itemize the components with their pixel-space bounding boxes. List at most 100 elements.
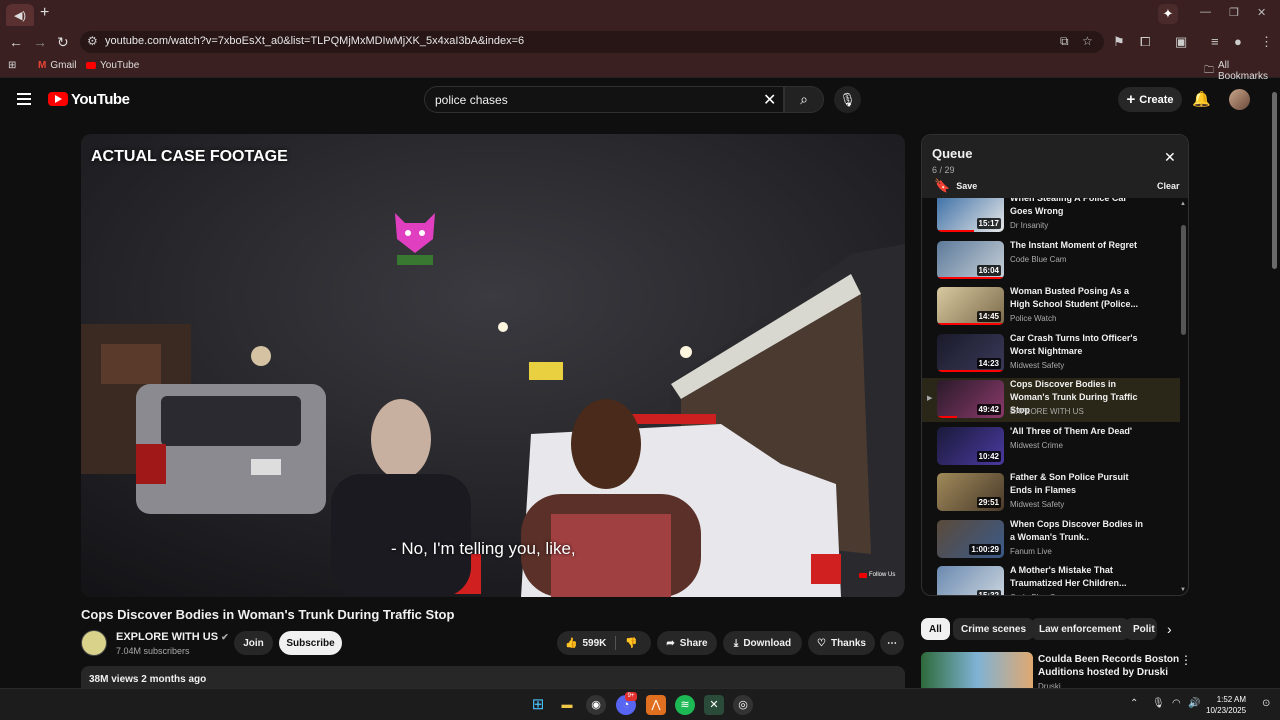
voice-search-button[interactable]: 🎙: [834, 86, 861, 113]
wifi-icon[interactable]: ◠: [1172, 698, 1181, 709]
queue-item[interactable]: 16:04 The Instant Moment of Regret Code Bl…: [922, 239, 1180, 283]
queue-thumbnail[interactable]: 49:42: [937, 380, 1004, 418]
back-icon[interactable]: ←: [9, 34, 23, 50]
channel-name[interactable]: EXPLORE WITH US ✔: [116, 631, 229, 643]
hamburger-menu-icon[interactable]: [17, 93, 31, 105]
queue-item-title: The Instant Moment of Regret: [1010, 239, 1138, 250]
chrome-icon[interactable]: ◉: [586, 695, 606, 715]
volume-icon[interactable]: 🔊: [1188, 698, 1200, 709]
chip-all[interactable]: All: [921, 618, 950, 640]
forward-icon[interactable]: →: [33, 34, 47, 50]
close-window-button[interactable]: ✕: [1257, 6, 1266, 19]
notifications-bell-icon[interactable]: 🔔: [1192, 90, 1211, 108]
bookmark-gmail[interactable]: M Gmail: [38, 60, 76, 71]
chevron-right-icon[interactable]: ›: [1167, 621, 1172, 637]
spotify-icon[interactable]: ≋: [675, 695, 695, 715]
address-bar[interactable]: ⚙ youtube.com/watch?v=7xboEsXt_a0&list=T…: [80, 31, 1104, 53]
dislike-icon[interactable]: 👎: [625, 638, 637, 649]
browser-tab-bar: ◀) + ✦ — ❐ ✕: [0, 0, 1280, 28]
account-avatar[interactable]: [1229, 89, 1250, 110]
duration-badge: 16:04: [976, 264, 1001, 276]
page-scrollbar[interactable]: [1272, 92, 1277, 269]
puzzle-icon[interactable]: ⧠: [1140, 34, 1150, 50]
chip-crime-scenes[interactable]: Crime scenes: [953, 618, 1035, 640]
download-button[interactable]: ⤓ Download: [723, 631, 802, 655]
chrome-alt-icon[interactable]: ◎: [733, 695, 753, 715]
bookmark-star-icon[interactable]: ☆: [1082, 34, 1093, 48]
queue-item[interactable]: 1:00:29 When Cops Discover Bodies in a Wo…: [922, 518, 1180, 562]
search-input[interactable]: police chases ✕: [424, 86, 784, 113]
queue-item[interactable]: 15:17 When Stealing A Police Car Goes Wro…: [922, 198, 1180, 236]
bookmark-youtube[interactable]: YouTube: [86, 60, 139, 71]
share-button[interactable]: ➦ Share: [657, 631, 717, 655]
new-tab-button[interactable]: +: [40, 4, 49, 22]
queue-thumbnail[interactable]: 14:23: [937, 333, 1004, 372]
queue-item[interactable]: 14:45 Woman Busted Posing As a High Schoo…: [922, 285, 1180, 329]
recommended-title[interactable]: Coulda Been Records Boston Auditions hos…: [1038, 653, 1183, 679]
tray-chevron-icon[interactable]: ⌃: [1130, 698, 1138, 709]
queue-thumbnail[interactable]: 29:51: [937, 473, 1004, 511]
queue-thumbnail[interactable]: 16:04: [937, 240, 1004, 279]
subscribe-button[interactable]: Subscribe: [279, 631, 342, 655]
gemini-icon[interactable]: ✦: [1158, 4, 1178, 24]
apps-grid-icon[interactable]: ⊞: [8, 60, 16, 71]
like-count[interactable]: 599K: [582, 638, 606, 649]
menu-kebab-icon[interactable]: ⋮: [1260, 34, 1273, 50]
queue-thumbnail[interactable]: 15:17: [937, 198, 1004, 232]
bookmarks-bar: ⊞ M Gmail YouTube 🗀 All Bookmarks: [0, 56, 1280, 82]
queue-item[interactable]: 14:23 Car Crash Turns Into Officer's Wors…: [922, 332, 1180, 376]
close-queue-icon[interactable]: ✕: [1164, 149, 1176, 166]
reading-list-icon[interactable]: ≡: [1211, 34, 1219, 49]
queue-thumbnail[interactable]: 14:45: [937, 287, 1004, 325]
queue-item[interactable]: 10:42 'All Three of Them Are Dead' Midwest…: [922, 425, 1180, 469]
queue-scrollbar[interactable]: [1181, 225, 1186, 335]
terminal-icon[interactable]: ✕: [704, 695, 724, 715]
taskbar-clock[interactable]: 1:52 AM 10/23/2025: [1206, 694, 1246, 716]
cast-icon[interactable]: ⧉: [1060, 34, 1069, 49]
youtube-logo-icon[interactable]: [48, 92, 68, 106]
scroll-down-icon[interactable]: ▼: [1180, 587, 1186, 593]
overlay-title: ACTUAL CASE FOOTAGE: [91, 148, 288, 165]
join-button[interactable]: Join: [234, 631, 273, 655]
channel-avatar[interactable]: [81, 630, 107, 656]
reload-icon[interactable]: ↻: [57, 34, 69, 51]
video-player[interactable]: ACTUAL CASE FOOTAGE - No, I'm telling yo…: [81, 134, 905, 597]
save-queue-button[interactable]: 🔖 Save: [934, 178, 977, 194]
scroll-up-icon[interactable]: ▲: [1180, 201, 1186, 207]
search-query: police chases: [435, 93, 508, 107]
clear-queue-button[interactable]: Clear: [1157, 181, 1180, 191]
profile-icon[interactable]: ●: [1234, 34, 1242, 49]
recommended-more-icon[interactable]: ⋮: [1180, 653, 1192, 667]
browser-tab[interactable]: ◀): [6, 4, 34, 26]
thanks-button[interactable]: ♡ Thanks: [808, 631, 875, 655]
queue-thumbnail[interactable]: 10:42: [937, 426, 1004, 465]
file-explorer-icon[interactable]: ▬: [557, 695, 577, 715]
more-actions-icon[interactable]: ⋯: [880, 631, 904, 655]
create-button[interactable]: + Create: [1118, 87, 1182, 112]
queue-thumbnail[interactable]: 15:32: [937, 566, 1004, 595]
site-info-icon[interactable]: ⚙: [87, 34, 98, 48]
start-windows-icon[interactable]: ⊞: [528, 695, 548, 715]
recommended-thumbnail[interactable]: [921, 652, 1033, 688]
notification-center-icon[interactable]: ⊙: [1262, 698, 1270, 709]
sidepanel-icon[interactable]: ▣: [1175, 34, 1187, 50]
tray-mic-icon[interactable]: 🎙: [1152, 698, 1165, 709]
youtube-header: YouTube police chases ✕ ⌕ 🎙 + Create 🔔: [0, 80, 1270, 120]
queue-item[interactable]: 29:51 Father & Son Police Pursuit Ends in…: [922, 471, 1180, 515]
queue-thumbnail[interactable]: 1:00:29: [937, 519, 1004, 558]
chip-law-enforcement[interactable]: Law enforcement: [1031, 618, 1130, 640]
youtube-logo-text[interactable]: YouTube: [71, 91, 130, 108]
search-button[interactable]: ⌕: [784, 86, 824, 113]
app-a-icon[interactable]: ⋀: [646, 695, 666, 715]
queue-item-title: A Mother's Mistake That Traumatized Her …: [1010, 565, 1127, 588]
extension-icon[interactable]: ⚑: [1113, 34, 1125, 50]
all-bookmarks[interactable]: 🗀 All Bookmarks: [1204, 60, 1280, 82]
chip-politics[interactable]: Polit: [1125, 618, 1157, 640]
queue-item[interactable]: 15:32 A Mother's Mistake That Traumatized…: [922, 564, 1180, 595]
restore-button[interactable]: ❐: [1229, 6, 1239, 19]
like-icon[interactable]: 👍: [565, 638, 577, 649]
queue-item[interactable]: ▶ 49:42 Cops Discover Bodies in Woman's Tr…: [922, 378, 1180, 422]
windows-taskbar: ⊞ ▬ ◉ ◔ 9+ ⋀ ≋ ✕ ◎ ⌃ 🎙 ◠ 🔊 1:52 AM 10/23…: [0, 688, 1280, 720]
clear-search-icon[interactable]: ✕: [763, 90, 776, 110]
minimize-button[interactable]: —: [1200, 6, 1211, 18]
